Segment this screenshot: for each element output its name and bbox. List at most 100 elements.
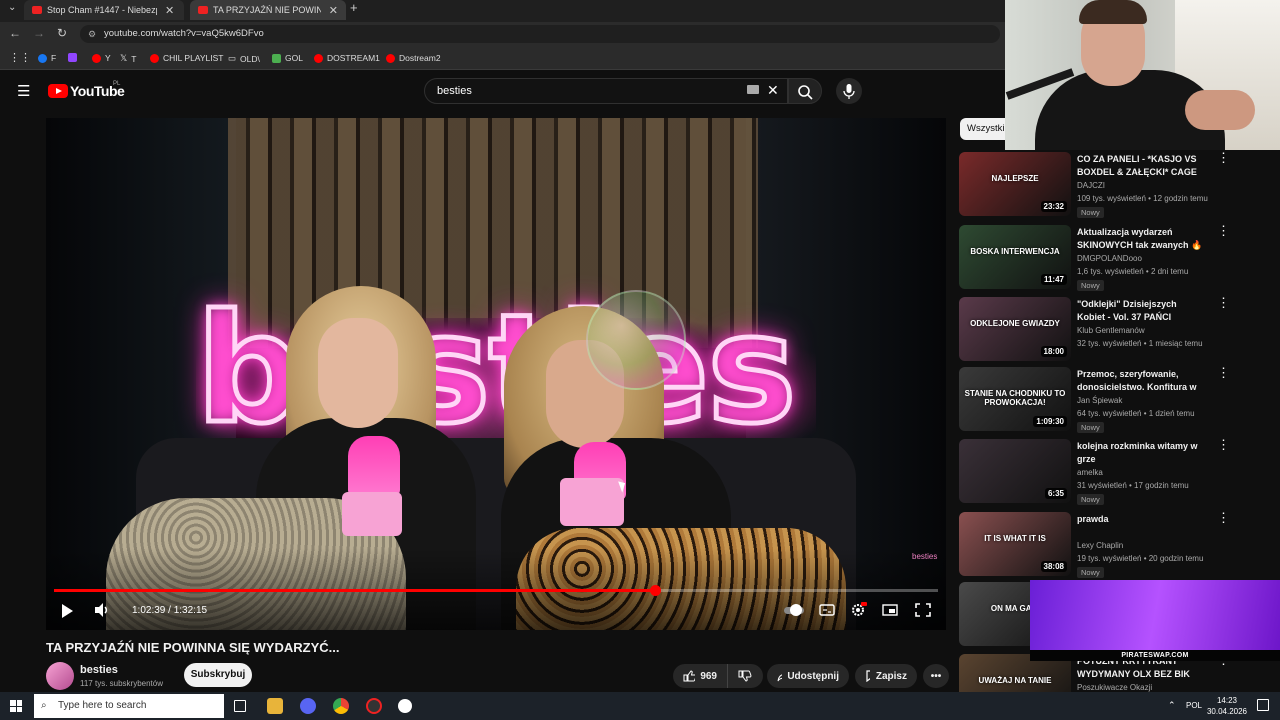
video-title[interactable]: prawda (1077, 513, 1205, 526)
recommended-video[interactable]: 6:35 kolejna rozkminka witamy w grze amelk… (959, 438, 1279, 505)
clock-time: 14:23 (1216, 696, 1238, 705)
reload-icon[interactable]: ↻ (57, 26, 67, 40)
volume-icon[interactable] (94, 602, 110, 618)
video-thumbnail[interactable]: ODKLEJONE GWIAZDY 18:00 (959, 297, 1071, 361)
site-info-icon[interactable]: ⚙ (88, 25, 96, 43)
browser-tab-active[interactable]: TA PRZYJAŹŃ NIE POWINNA SI ✕ (190, 0, 346, 20)
task-view-icon[interactable] (234, 700, 246, 712)
thumbs-down-icon (738, 670, 752, 682)
more-vertical-icon[interactable]: ⋮ (1217, 366, 1230, 379)
bookmark-item[interactable]: GOL (272, 53, 303, 63)
youtube-icon (150, 53, 159, 63)
fullscreen-icon[interactable] (914, 602, 932, 618)
recommended-video[interactable]: ODKLEJONE GWIAZDY 18:00 "Odklejki" Dzisiej… (959, 296, 1279, 363)
progress-bar[interactable] (54, 585, 938, 596)
video-title[interactable]: kolejna rozkminka witamy w grze (1077, 440, 1205, 466)
close-tab-icon[interactable]: ✕ (165, 4, 174, 17)
windows-start-icon[interactable] (10, 700, 22, 712)
bookmark-folder[interactable]: ▭ OLD\ (228, 53, 260, 64)
app-icon[interactable] (398, 699, 412, 713)
bookmark-item[interactable]: 𝕏T (120, 53, 136, 64)
bookmark-item[interactable] (68, 53, 81, 62)
input-language[interactable]: POL (1186, 701, 1202, 710)
chrome-icon[interactable] (333, 698, 349, 714)
progress-scrubber[interactable] (650, 585, 661, 596)
video-thumbnail[interactable]: 6:35 (959, 439, 1071, 503)
more-vertical-icon[interactable]: ⋮ (1217, 224, 1230, 237)
apps-grid-icon[interactable]: ⋮⋮ (9, 51, 31, 64)
bookmark-item[interactable]: F (38, 53, 56, 63)
video-title[interactable]: "Odklejki" Dzisiejszych Kobiet - Vol. 37… (1077, 298, 1205, 324)
dislike-button[interactable] (727, 664, 763, 688)
obs-icon[interactable] (366, 698, 382, 714)
subtitles-icon[interactable] (818, 602, 836, 618)
search-button[interactable] (788, 78, 822, 104)
address-bar[interactable]: ⚙ youtube.com/watch?v=vaQ5kw6DFvo (80, 25, 1000, 43)
system-clock[interactable]: 14:23 30.04.2026 (1206, 695, 1248, 717)
more-vertical-icon[interactable]: ⋮ (1217, 296, 1230, 309)
browser-tab-stop-cham[interactable]: Stop Cham #1447 - Niebezpiec ✕ (24, 0, 184, 20)
bookmark-item[interactable]: Y (92, 53, 111, 63)
video-meta: 32 tys. wyświetleń • 1 miesiąc temu (1077, 339, 1203, 348)
channel-name[interactable]: Lexy Chaplin (1077, 541, 1123, 550)
save-button[interactable]: Zapisz (855, 664, 917, 688)
video-title[interactable]: CO ZA PANELI - *KASJO VS BOXDEL & ZAŁĘCK… (1077, 153, 1205, 179)
search-input[interactable]: besties ✕ (424, 78, 788, 104)
close-tab-icon[interactable]: ✕ (329, 4, 338, 17)
video-thumbnail[interactable]: BOSKA INTERWENCJA 11:47 (959, 225, 1071, 289)
bookmark-item[interactable]: CHIL PLAYLIST (150, 53, 223, 63)
clear-search-icon[interactable]: ✕ (767, 82, 779, 99)
forward-icon[interactable]: → (33, 26, 45, 40)
video-title[interactable]: Przemoc, szeryfowanie, donosicielstwo. K… (1077, 368, 1205, 394)
taskbar-search-input[interactable]: ⌕ Type here to search (34, 694, 224, 718)
play-icon[interactable] (62, 604, 73, 618)
channel-name[interactable]: amelka (1077, 468, 1103, 477)
search-icon (798, 85, 813, 100)
notifications-icon[interactable] (1257, 699, 1269, 711)
channel-name[interactable]: DAJCZI (1077, 181, 1105, 190)
video-thumbnail[interactable]: IT IS WHAT IT IS 38:08 (959, 512, 1071, 576)
recommended-video[interactable]: STANIE NA CHODNIKU TO PROWOKACJA! 1:09:30… (959, 366, 1279, 433)
streamer-webcam (1005, 0, 1280, 150)
channel-name[interactable]: besties (80, 664, 118, 676)
video-title[interactable]: Aktualizacja wydarzeń SKINOWYCH tak zwan… (1077, 226, 1205, 252)
tab-search-icon[interactable]: ⌄ (8, 2, 16, 13)
back-icon[interactable]: ← (9, 26, 21, 40)
more-actions-button[interactable]: ••• (923, 664, 949, 688)
overlay-ad-label: PIRATESWAP.COM (1030, 650, 1280, 661)
tray-chevron-icon[interactable]: ⌃ (1168, 700, 1176, 711)
tab-label: Stop Cham #1447 - Niebezpiec (47, 5, 157, 15)
video-player[interactable]: besties besties 1:02:39 / 1:32:15 (46, 118, 946, 630)
more-vertical-icon[interactable]: ⋮ (1217, 151, 1230, 164)
autoplay-toggle[interactable] (784, 602, 806, 618)
recommended-video[interactable]: NAJLEPSZE 23:32 CO ZA PANELI - *KASJO VS B… (959, 151, 1279, 218)
miniplayer-icon[interactable] (881, 602, 899, 618)
channel-avatar[interactable] (46, 662, 74, 690)
bookmark-item[interactable]: Dostream2 (386, 53, 441, 63)
channel-name[interactable]: DMGPOLANDooo (1077, 254, 1142, 263)
video-thumbnail[interactable]: STANIE NA CHODNIKU TO PROWOKACJA! 1:09:30 (959, 367, 1071, 431)
new-badge: Nowy (1077, 422, 1104, 433)
more-vertical-icon[interactable]: ⋮ (1217, 511, 1230, 524)
channel-name[interactable]: Jan Śpiewak (1077, 396, 1122, 405)
video-thumbnail[interactable]: NAJLEPSZE 23:32 (959, 152, 1071, 216)
more-vertical-icon[interactable]: ⋮ (1217, 438, 1230, 451)
recommended-video[interactable]: BOSKA INTERWENCJA 11:47 Aktualizacja wydar… (959, 224, 1279, 291)
bookmark-item[interactable]: DOSTREAM1 (314, 53, 380, 63)
new-tab-icon[interactable]: + (350, 0, 358, 15)
settings-gear-icon[interactable] (849, 602, 867, 618)
voice-search-button[interactable] (836, 78, 862, 104)
streamer-hair (1079, 0, 1147, 24)
like-button[interactable]: 969 (673, 664, 727, 688)
channel-name[interactable]: Poszukiwacze Okazji (1077, 683, 1152, 692)
share-button[interactable]: Udostępnij (767, 664, 849, 688)
youtube-logo-icon[interactable] (48, 84, 68, 98)
discord-icon[interactable] (300, 698, 316, 714)
subscribe-button[interactable]: Subskrybuj (184, 663, 252, 687)
menu-icon[interactable]: ☰ (17, 82, 30, 100)
channel-name[interactable]: Klub Gentlemanów (1077, 326, 1145, 335)
keyboard-icon[interactable] (747, 85, 759, 94)
recommended-video[interactable]: IT IS WHAT IT IS 38:08 prawda Lexy Chaplin 1… (959, 511, 1279, 578)
new-badge: Nowy (1077, 567, 1104, 578)
file-explorer-icon[interactable] (267, 698, 283, 714)
